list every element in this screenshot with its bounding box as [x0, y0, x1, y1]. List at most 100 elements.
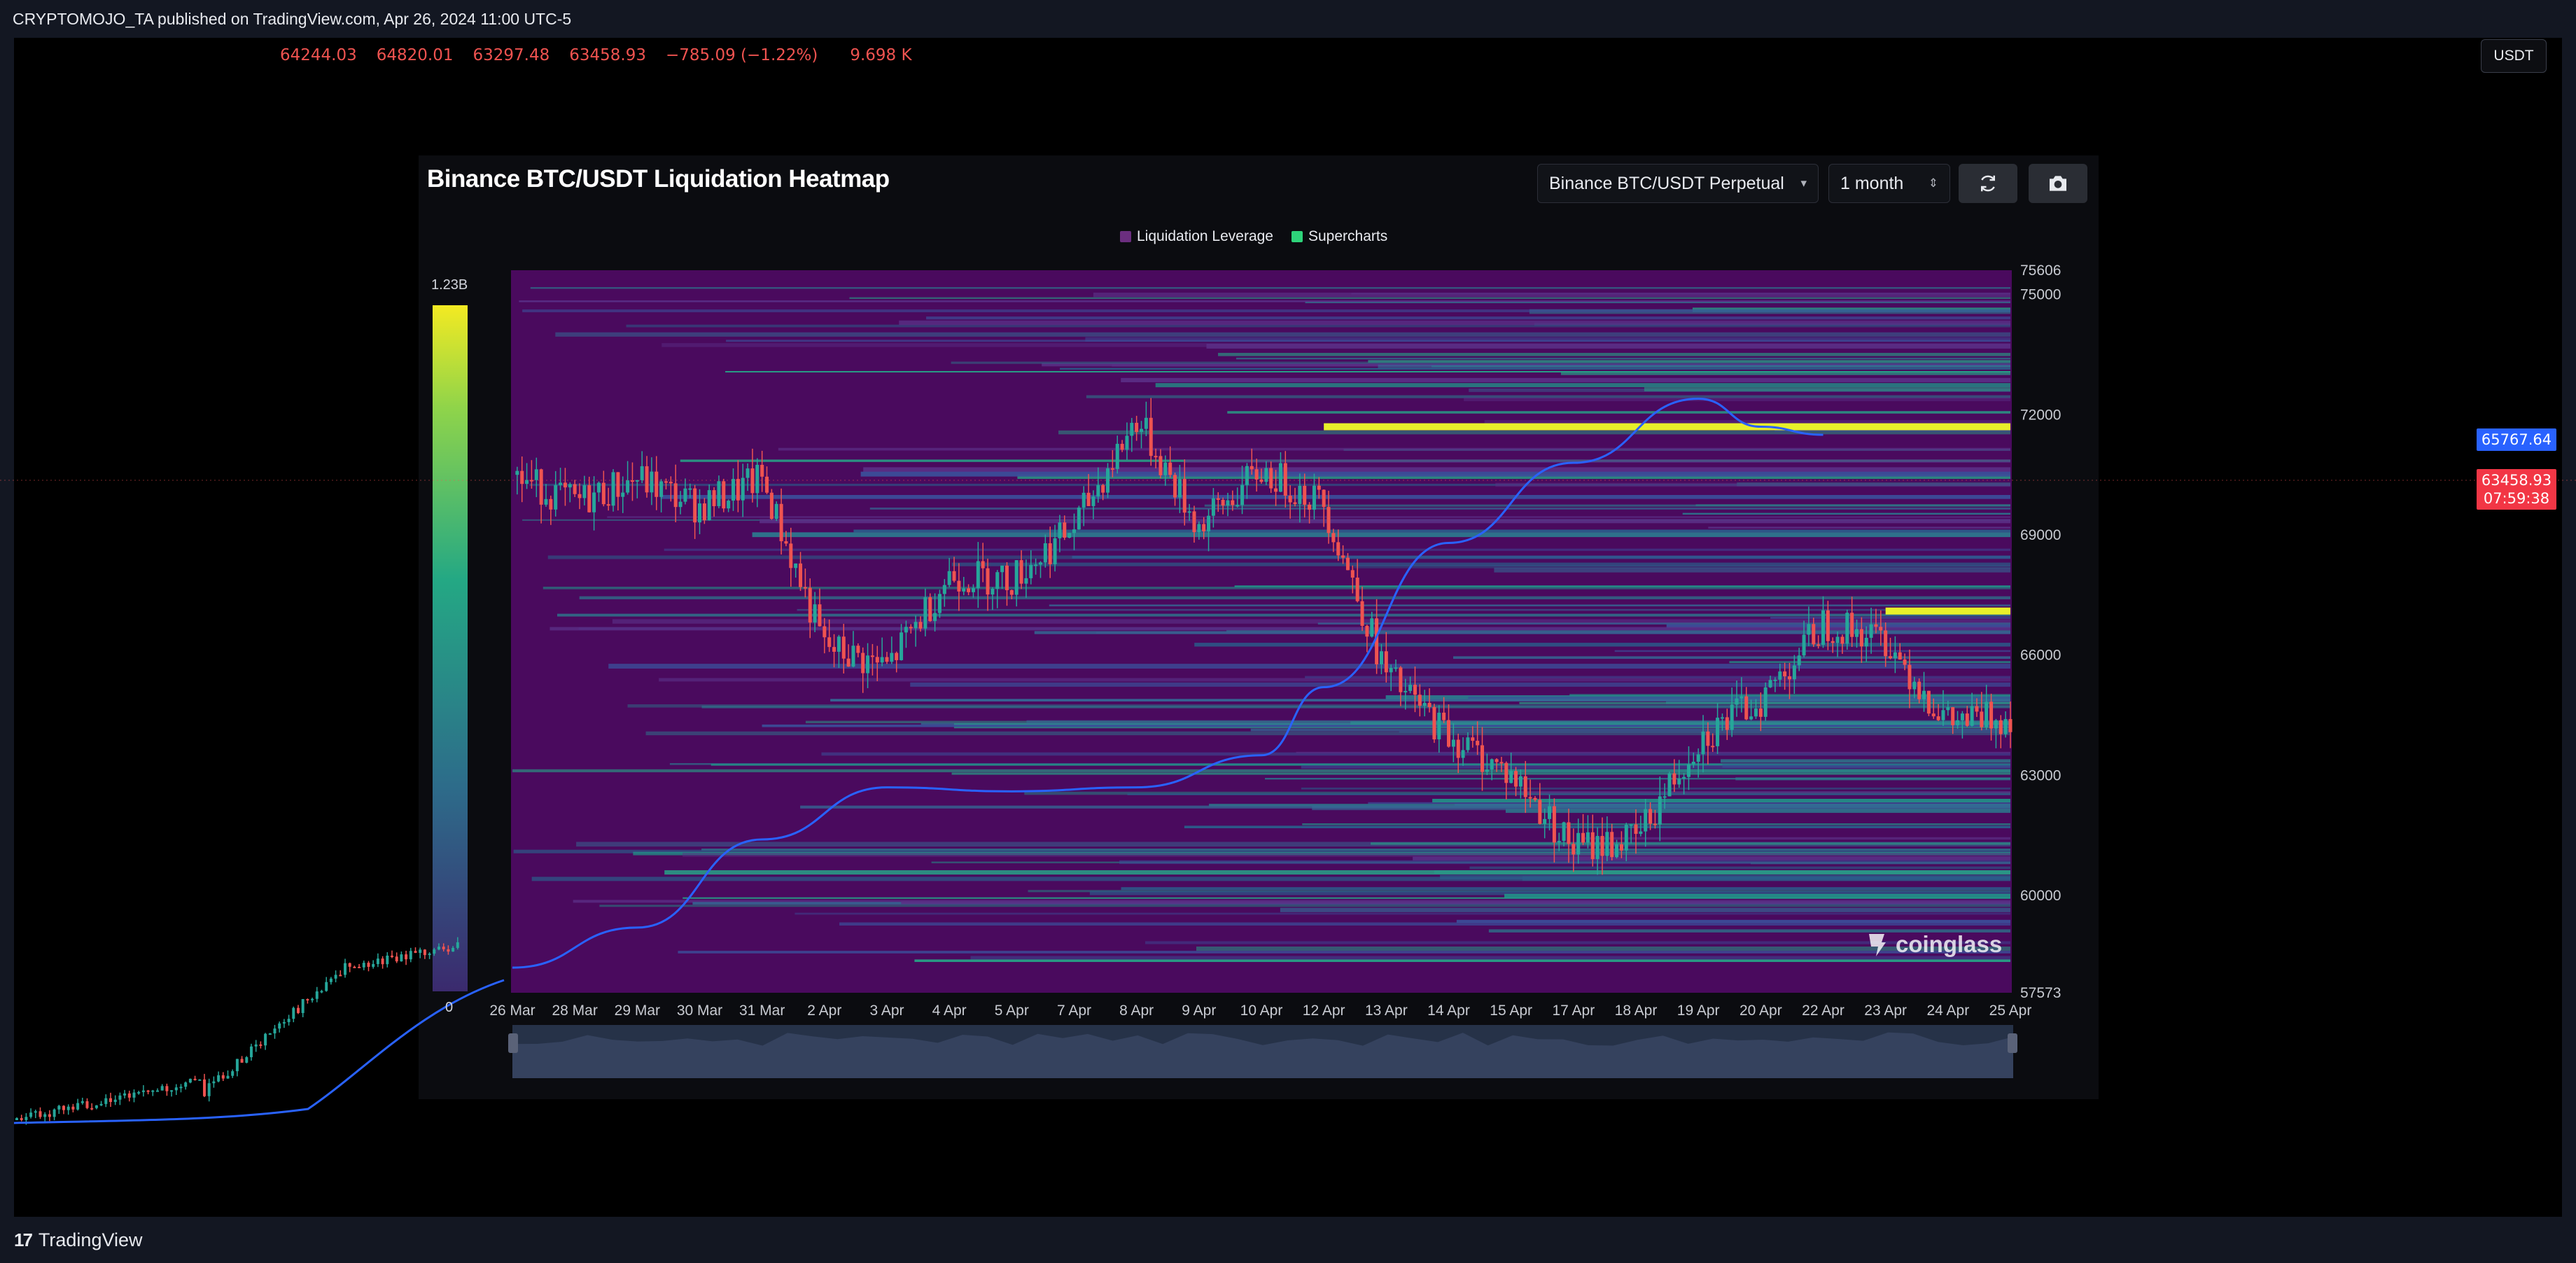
candle-body [1077, 507, 1081, 530]
candle-body [1427, 702, 1432, 707]
heat-band [1560, 372, 2010, 375]
candle-body [1240, 484, 1245, 505]
candle-body [573, 484, 577, 494]
candle-body [702, 503, 706, 521]
candle-body [1014, 560, 1018, 595]
pair-select[interactable]: Binance BTC/USDT Perpetual ▾ [1537, 164, 1819, 203]
bg-candle-body [20, 1118, 23, 1120]
candle-body [1667, 773, 1672, 797]
heat-band [531, 877, 2010, 881]
candle-body [1384, 651, 1388, 673]
candle-body [1576, 832, 1581, 855]
bg-candle-body [423, 949, 426, 956]
x-tick-label-24: 25 Apr [1989, 1003, 2032, 1019]
candle-body [559, 482, 563, 485]
candle-body [1941, 710, 1945, 720]
heat-band [1432, 798, 2010, 803]
candle-body [568, 484, 572, 488]
candle-body [1245, 466, 1249, 485]
heat-band [1301, 765, 2010, 769]
candle-body [827, 637, 832, 648]
candle-body [885, 657, 889, 662]
bg-candle-body [34, 1111, 37, 1113]
candle-body [1869, 624, 1873, 639]
candle-body [1221, 499, 1225, 506]
heat-band [682, 852, 2010, 857]
heat-band [1155, 383, 2010, 388]
legend-label-supercharts: Supercharts [1308, 228, 1388, 244]
candle-body [1682, 776, 1686, 779]
candle-body [596, 482, 601, 493]
candle-body [1960, 713, 1964, 720]
candle-body [1864, 638, 1868, 647]
heat-band [901, 901, 2010, 905]
bg-candle-body [362, 963, 365, 968]
candle-body [784, 541, 788, 544]
bg-candle-body [311, 998, 314, 1000]
bg-candle-body [165, 1086, 169, 1091]
candle-body [563, 482, 567, 488]
candle-body [1893, 652, 1897, 659]
heat-band [725, 370, 2010, 372]
candle-body [1884, 630, 1888, 657]
candle-body [832, 647, 836, 652]
candle-body [626, 480, 630, 493]
candle-body [1293, 502, 1297, 504]
range-select[interactable]: 1 month ⇕ [1828, 164, 1950, 203]
candle-body [1859, 629, 1863, 647]
bg-candle-body [381, 958, 384, 965]
bg-candle-body [71, 1106, 75, 1110]
candle-body [1379, 651, 1383, 664]
screenshot-button[interactable] [2029, 164, 2087, 203]
y-tick-label-1: 75000 [2020, 287, 2061, 303]
bg-candle-body [240, 1059, 244, 1063]
heat-band [1378, 364, 2010, 369]
bg-candle-body [325, 982, 328, 991]
bg-candle-body [217, 1075, 220, 1082]
x-tick-label-3: 30 Mar [677, 1003, 722, 1019]
bg-candle-body [409, 951, 412, 960]
range-handle-left[interactable] [508, 1033, 518, 1053]
bg-candle-body [85, 1101, 89, 1108]
candle-body [707, 490, 711, 521]
bg-candle-body [226, 1075, 230, 1079]
candle-body [621, 492, 625, 497]
bg-candle-body [43, 1114, 47, 1117]
x-tick-label-21: 22 Apr [1802, 1003, 1844, 1019]
candle-body [836, 636, 841, 652]
candle-body [1509, 771, 1513, 783]
candle-body [664, 481, 668, 483]
legend-item-supercharts[interactable]: Supercharts [1292, 228, 1387, 245]
candle-body [1288, 496, 1292, 503]
candle-body [1648, 809, 1653, 824]
candle-body [606, 504, 610, 506]
x-tick-label-8: 5 Apr [995, 1003, 1029, 1019]
legend-item-liquidation[interactable]: Liquidation Leverage [1120, 228, 1273, 245]
heat-band [1121, 887, 2010, 891]
range-handle-right[interactable] [2008, 1033, 2017, 1053]
candle-body [717, 481, 721, 506]
candle-body [899, 632, 904, 660]
candle-body [1629, 824, 1633, 826]
candle-body [1326, 507, 1331, 533]
candle-body [1004, 565, 1009, 590]
candle-body [1182, 479, 1186, 513]
candle-body [851, 646, 855, 667]
bg-candle-body [456, 942, 459, 948]
x-tick-label-16: 15 Apr [1490, 1003, 1532, 1019]
candle-body [942, 585, 946, 594]
bg-candle-body [174, 1087, 178, 1091]
candle-body [1984, 702, 1989, 727]
bg-candle-body [315, 991, 318, 999]
candle-body [2008, 719, 2012, 732]
liquidation-level-0 [1324, 423, 2010, 431]
refresh-button[interactable] [1959, 164, 2017, 203]
heat-band [659, 678, 2010, 682]
candle-body [1691, 762, 1695, 765]
last-price-value: 63458.93 [2481, 472, 2552, 489]
liquidation-level-1 [1885, 607, 2010, 615]
bg-candle-body [400, 954, 403, 962]
candle-body [933, 613, 937, 622]
x-tick-label-2: 29 Mar [615, 1003, 660, 1019]
bg-candle-body [151, 1090, 155, 1092]
